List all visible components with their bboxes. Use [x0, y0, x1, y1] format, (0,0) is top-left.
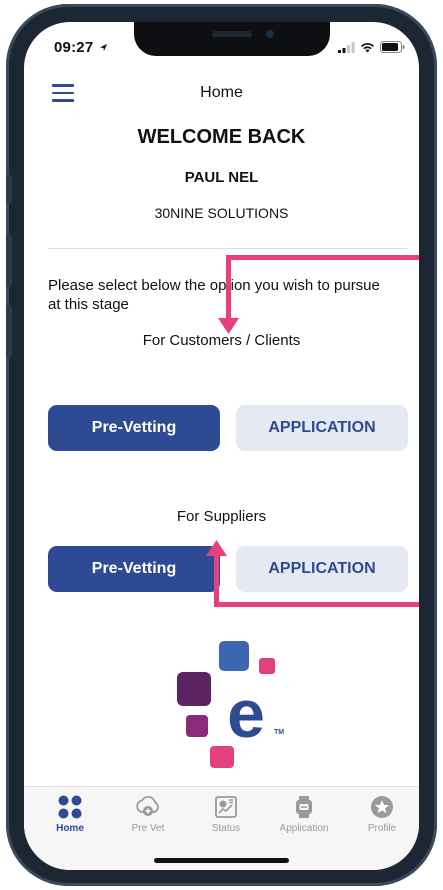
company-name: 30NINE SOLUTIONS [154, 205, 289, 221]
suppliers-prevetting-button[interactable]: Pre-Vetting [48, 546, 220, 592]
annotation-arrowhead-down-icon [218, 318, 239, 334]
signal-icon [338, 41, 355, 53]
tab-status[interactable]: Status [188, 793, 264, 834]
tab-label: Application [279, 823, 329, 834]
customers-section-label: For Customers / Clients [142, 332, 301, 349]
battery-icon [380, 41, 405, 53]
app-screen: 09:27 Home WELCOME BACK PAUL NEL 30NINE … [24, 22, 419, 870]
suppliers-section-label: For Suppliers [176, 508, 267, 525]
tab-label: Status [211, 823, 241, 834]
tab-pre-vet[interactable]: Pre Vet [110, 793, 186, 834]
phone-side-button [6, 235, 12, 287]
annotation-line [226, 255, 231, 323]
header-title: Home [200, 84, 243, 101]
status-time: 09:27 [54, 39, 108, 56]
status-icon [212, 793, 240, 821]
application-icon [290, 793, 318, 821]
svg-text:e: e [227, 676, 265, 752]
tab-label: Home [56, 823, 84, 834]
home-indicator[interactable] [154, 858, 289, 863]
pre-vet-icon [134, 793, 162, 821]
customers-application-button[interactable]: APPLICATION [236, 405, 408, 451]
tab-profile[interactable]: Profile [344, 793, 419, 834]
welcome-heading: WELCOME BACK [137, 126, 306, 148]
tab-application[interactable]: Application [266, 793, 342, 834]
tab-home[interactable]: Home [32, 793, 108, 834]
customers-prevetting-button[interactable]: Pre-Vetting [48, 405, 220, 451]
notch-speaker [212, 31, 252, 37]
app-header: Home [24, 82, 419, 110]
home-grid-icon [56, 793, 84, 821]
annotation-line [214, 552, 219, 607]
suppliers-application-button[interactable]: APPLICATION [236, 546, 408, 592]
phone-side-button [6, 175, 12, 203]
profile-star-icon [368, 793, 396, 821]
trademark-mark: TM [274, 729, 284, 736]
divider [48, 248, 407, 249]
tab-label: Pre Vet [131, 823, 165, 834]
annotation-line [214, 602, 419, 607]
tab-label: Profile [367, 823, 397, 834]
location-arrow-icon [99, 43, 107, 52]
notch-camera [266, 30, 274, 38]
phone-side-button [6, 305, 12, 357]
annotation-arrowhead-up-icon [206, 540, 227, 556]
notch [134, 22, 330, 56]
instruction-text: Please select below the option you wish … [48, 277, 380, 313]
annotation-line [226, 255, 419, 260]
user-name: PAUL NEL [184, 169, 259, 186]
brand-logo-icon: e TM [177, 641, 284, 768]
wifi-icon [361, 42, 374, 52]
status-icons [338, 41, 405, 53]
